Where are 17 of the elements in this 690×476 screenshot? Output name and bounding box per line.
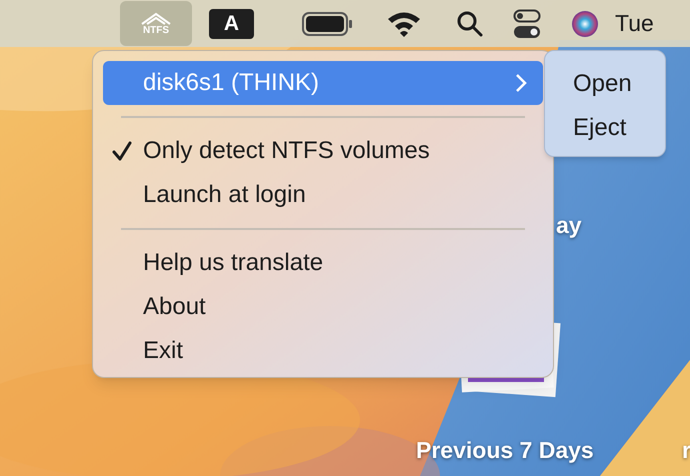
- menu-item[interactable]: Launch at login: [103, 173, 543, 217]
- menu-item[interactable]: Only detect NTFS volumes: [103, 129, 543, 173]
- menu-item[interactable]: About: [103, 285, 543, 329]
- battery-icon[interactable]: [301, 10, 353, 36]
- menu-bar-clock[interactable]: Tue: [615, 6, 654, 41]
- submenu-item[interactable]: Open: [545, 62, 665, 106]
- assistant-orb-icon[interactable]: [571, 10, 599, 38]
- menu-item[interactable]: disk6s1 (THINK): [103, 61, 543, 105]
- desktop-icon-label: ay: [556, 211, 582, 240]
- menu-item[interactable]: Exit: [103, 329, 543, 373]
- search-icon[interactable]: [457, 10, 483, 36]
- menu-item[interactable]: Help us translate: [103, 241, 543, 285]
- checkmark-icon: [111, 140, 133, 162]
- input-source-indicator[interactable]: A: [209, 8, 254, 38]
- wifi-icon[interactable]: [386, 10, 422, 38]
- submenu-item[interactable]: Eject: [545, 106, 665, 150]
- control-center-icon[interactable]: [513, 8, 541, 38]
